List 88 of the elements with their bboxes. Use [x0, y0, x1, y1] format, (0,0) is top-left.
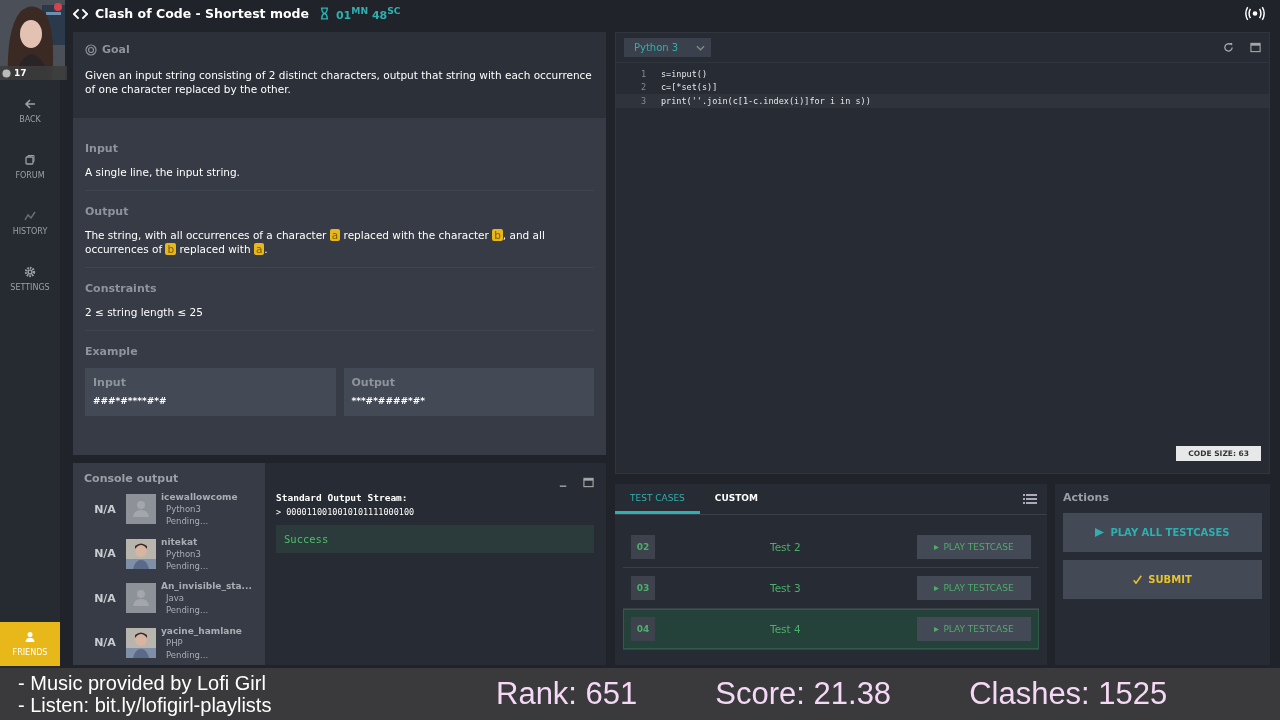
music-credit: - Listen: bit.ly/lofigirl-playlists: [18, 694, 273, 716]
list-icon[interactable]: [1023, 493, 1037, 505]
section-title: Output: [85, 205, 130, 218]
player-language: PHP: [165, 636, 184, 649]
code-line: s=input(): [661, 68, 708, 79]
avatar-icon: [126, 494, 156, 525]
test-name: Test 3: [770, 582, 801, 594]
player-name: An_invisible_sta...: [161, 580, 252, 593]
section-title: Input: [85, 142, 119, 155]
player-status: Pending...: [165, 648, 210, 661]
line-number: 2: [639, 82, 647, 93]
maximize-icon[interactable]: [583, 477, 594, 488]
rank-stat: Rank: 651: [496, 676, 638, 712]
sidebar-item[interactable]: HISTORY: [0, 208, 60, 238]
play-icon: [934, 626, 940, 632]
player-rank: N/A: [93, 591, 117, 605]
test-number: 02: [631, 535, 655, 559]
player-rank: N/A: [93, 502, 117, 516]
timer: 01$^{MN}$ 48$^{SC}$: [335, 5, 401, 22]
code-icon: [73, 7, 88, 20]
clashes-stat: Clashes: 1525: [969, 676, 1168, 712]
stream-label: Standard Output Stream:: [276, 492, 409, 503]
play-icon: [1095, 528, 1105, 537]
player-name: nitekat: [161, 535, 199, 548]
person-icon: [24, 631, 36, 643]
play-icon: [934, 585, 940, 591]
example-output-box: Output ***#*####*#*: [343, 368, 594, 416]
line-number: 3: [639, 95, 647, 106]
chart-line-icon: [24, 210, 36, 222]
panel-title: Actions: [1063, 491, 1110, 504]
stream-output: > 0000110010010101111000100: [276, 507, 416, 517]
test-case-row[interactable]: 04 Test 4 PLAY TESTCASE: [623, 609, 1039, 650]
sidebar-item[interactable]: BACK: [0, 96, 60, 126]
player-language: Java: [164, 592, 185, 605]
tab[interactable]: CUSTOM: [699, 484, 773, 514]
player-status: Pending...: [165, 515, 210, 528]
example-input-box: Input ###*#****#*#: [85, 368, 336, 416]
player-language: Python3: [165, 547, 202, 560]
section-text: A single line, the input string.: [85, 165, 241, 179]
language-dropdown[interactable]: Python 3: [624, 38, 712, 57]
player-name: icewallowcome: [161, 491, 238, 504]
tab[interactable]: TEST CASES: [615, 484, 700, 514]
sidebar-item[interactable]: FORUM: [0, 152, 60, 182]
viewer-icon: [2, 68, 11, 78]
broadcast-icon: [1244, 6, 1266, 21]
player-language: Python3: [165, 503, 202, 516]
section-text: 2 ≤ string length ≤ 25: [85, 305, 204, 319]
test-name: Test 2: [770, 541, 801, 553]
code-line: c=[*set(s)]: [661, 82, 718, 93]
chevron-down-icon: [696, 44, 706, 51]
music-credit: - Music provided by Lofi Girl: [18, 672, 267, 694]
player-status: Pending...: [165, 604, 210, 617]
panel-title: Console output: [84, 472, 180, 485]
section-title: Example: [85, 345, 139, 358]
test-number: 04: [631, 617, 655, 641]
hourglass-icon: [319, 7, 329, 20]
line-number: 1: [639, 68, 647, 79]
test-case-row[interactable]: 02 Test 2 PLAY TESTCASE: [623, 527, 1039, 568]
player-rank: N/A: [93, 636, 117, 650]
code-line: print(''.join(c[1-c.index(i)]for i in s)): [661, 95, 871, 106]
player-status: Pending...: [165, 559, 209, 572]
success-message: Success: [276, 525, 594, 553]
arrow-left-icon: [24, 98, 36, 110]
play-all-button[interactable]: PLAY ALL TESTCASES: [1063, 513, 1262, 552]
sidebar-item[interactable]: SETTINGS: [0, 264, 60, 294]
viewer-count: 17: [14, 68, 27, 78]
score-stat: Score: 21.38: [715, 676, 892, 712]
player-name: yacine_hamlane: [161, 624, 242, 637]
forum-icon: [24, 154, 36, 166]
test-number: 03: [631, 576, 655, 600]
play-icon: [934, 544, 940, 550]
section-title: Goal: [102, 43, 130, 56]
check-icon: [1133, 575, 1143, 584]
settings-icon: [24, 266, 36, 278]
play-testcase-button[interactable]: PLAY TESTCASE: [917, 576, 1031, 600]
goal-text: Given an input string consisting of 2 distinct characters, output that string with each occurrence of one character replaced by the other.: [85, 68, 593, 96]
player-rank: N/A: [93, 547, 117, 561]
target-icon: [85, 43, 97, 56]
reset-icon[interactable]: [1223, 42, 1234, 53]
section-title: Constraints: [85, 282, 158, 295]
section-text: The string, with all occurrences of a character a replaced with the character b , and all occurrences of b replaced with a .: [85, 228, 546, 256]
test-name: Test 4: [770, 623, 801, 635]
avatar-icon: [126, 583, 156, 614]
play-testcase-button[interactable]: PLAY TESTCASE: [917, 617, 1031, 641]
submit-button[interactable]: SUBMIT: [1063, 560, 1262, 599]
maximize-icon[interactable]: [1250, 42, 1261, 53]
page-title: Clash of Code - Shortest mode: [95, 6, 309, 21]
play-testcase-button[interactable]: PLAY TESTCASE: [917, 535, 1031, 559]
